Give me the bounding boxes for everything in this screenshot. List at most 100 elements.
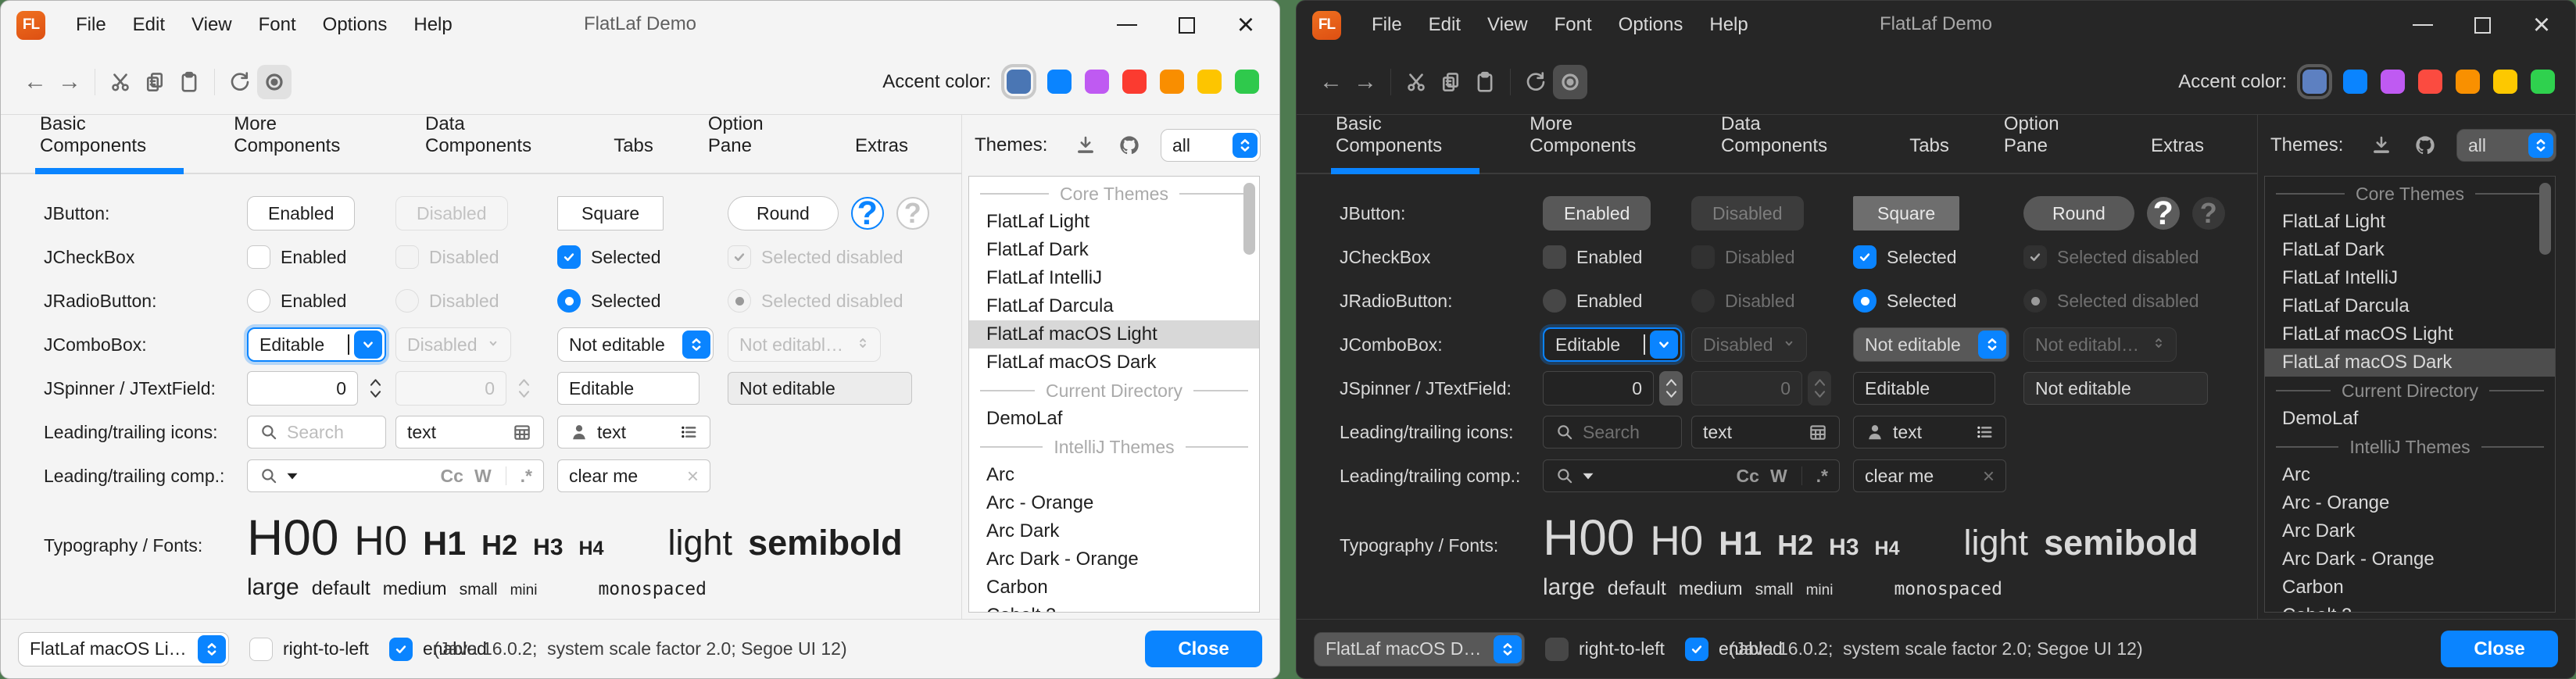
tab-more-components[interactable]: More Components bbox=[232, 113, 372, 173]
theme-item-arc-dark[interactable]: Arc Dark bbox=[2265, 517, 2555, 545]
checkbox-enabled[interactable]: Enabled bbox=[1543, 245, 1691, 269]
checkbox-selected[interactable]: Selected bbox=[557, 245, 728, 269]
download-icon[interactable] bbox=[2369, 133, 2394, 158]
theme-item-arc-dark-orange[interactable]: Arc Dark - Orange bbox=[969, 545, 1259, 574]
accent-swatch-6[interactable] bbox=[1197, 70, 1222, 94]
minimize-button[interactable] bbox=[1115, 13, 1139, 37]
search-input[interactable]: Search bbox=[247, 416, 386, 448]
copy-icon[interactable] bbox=[138, 65, 172, 99]
accent-swatch-2[interactable] bbox=[1047, 70, 1072, 94]
accent-swatch-3[interactable] bbox=[1085, 70, 1109, 94]
accent-swatch-1[interactable] bbox=[2302, 70, 2327, 94]
theme-item-flatlaf-darcula[interactable]: FlatLaf Darcula bbox=[969, 292, 1259, 320]
enabled-button[interactable]: Enabled bbox=[247, 196, 355, 231]
close-button[interactable]: Close bbox=[1145, 631, 1262, 667]
combobox-not-editable[interactable]: Not editable bbox=[557, 327, 714, 362]
checkbox-selected[interactable]: Selected bbox=[1853, 245, 2023, 269]
match-case-button[interactable]: Cc bbox=[441, 466, 463, 487]
theme-item-carbon[interactable]: Carbon bbox=[2265, 574, 2555, 602]
lookandfeel-combobox[interactable]: FlatLaf macOS D… bbox=[1314, 632, 1525, 666]
menu-view[interactable]: View bbox=[1474, 9, 1541, 41]
regex-button[interactable]: .* bbox=[521, 466, 532, 487]
theme-item-flatlaf-macos-dark[interactable]: FlatLaf macOS Dark bbox=[969, 348, 1259, 377]
menu-file[interactable]: File bbox=[63, 9, 120, 41]
menu-options[interactable]: Options bbox=[1605, 9, 1697, 41]
theme-item-flatlaf-darcula[interactable]: FlatLaf Darcula bbox=[2265, 292, 2555, 320]
close-button[interactable]: Close bbox=[2441, 631, 2558, 667]
theme-item-cobalt-2[interactable]: Cobalt 2 bbox=[2265, 602, 2555, 613]
menu-options[interactable]: Options bbox=[309, 9, 401, 41]
match-case-button[interactable]: Cc bbox=[1737, 466, 1759, 487]
theme-item-flatlaf-light[interactable]: FlatLaf Light bbox=[969, 208, 1259, 236]
accent-swatch-7[interactable] bbox=[1235, 70, 1259, 94]
chevron-up-down-icon[interactable] bbox=[682, 331, 710, 359]
tab-tabs[interactable]: Tabs bbox=[1908, 135, 1951, 173]
theme-item-arc[interactable]: Arc bbox=[2265, 461, 2555, 489]
chevron-up-down-icon[interactable] bbox=[1978, 331, 2006, 359]
tab-option-pane[interactable]: Option Pane bbox=[707, 113, 802, 173]
paste-icon[interactable] bbox=[172, 65, 206, 99]
accent-swatch-3[interactable] bbox=[2381, 70, 2405, 94]
refresh-icon[interactable] bbox=[1519, 65, 1553, 99]
paste-icon[interactable] bbox=[1468, 65, 1502, 99]
menu-edit[interactable]: Edit bbox=[1415, 9, 1474, 41]
tab-option-pane[interactable]: Option Pane bbox=[2002, 113, 2098, 173]
text-input-calendar[interactable]: text bbox=[395, 416, 544, 448]
tab-extras[interactable]: Extras bbox=[853, 135, 910, 173]
regex-button[interactable]: .* bbox=[1816, 466, 1828, 487]
spinner-arrows-icon[interactable] bbox=[363, 371, 387, 406]
forward-icon[interactable]: → bbox=[1348, 65, 1383, 99]
lookandfeel-combobox[interactable]: FlatLaf macOS Li… bbox=[18, 632, 229, 666]
chevron-down-icon[interactable] bbox=[1650, 331, 1678, 359]
menu-file[interactable]: File bbox=[1358, 9, 1415, 41]
radio-selected[interactable]: Selected bbox=[557, 289, 728, 313]
github-icon[interactable] bbox=[1117, 133, 1142, 158]
spinner-enabled[interactable]: 0 bbox=[247, 371, 395, 406]
theme-item-flatlaf-light[interactable]: FlatLaf Light bbox=[2265, 208, 2555, 236]
clear-icon[interactable]: × bbox=[687, 464, 699, 488]
spinner-arrows-icon[interactable] bbox=[1659, 371, 1683, 406]
checkbox-enabled[interactable]: Enabled bbox=[247, 245, 395, 269]
chevron-up-down-icon[interactable] bbox=[1494, 635, 1522, 663]
square-button[interactable]: Square bbox=[557, 196, 664, 231]
radio-selected[interactable]: Selected bbox=[1853, 289, 2023, 313]
combobox-editable[interactable]: Editable bbox=[1543, 327, 1682, 362]
back-icon[interactable]: ← bbox=[18, 65, 52, 99]
theme-item-demolaf[interactable]: DemoLaf bbox=[969, 405, 1259, 433]
theme-item-flatlaf-macos-light[interactable]: FlatLaf macOS Light bbox=[2265, 320, 2555, 348]
theme-item-arc[interactable]: Arc bbox=[969, 461, 1259, 489]
accent-swatch-2[interactable] bbox=[2343, 70, 2367, 94]
themes-filter-combobox[interactable]: all bbox=[2456, 129, 2556, 162]
whole-words-button[interactable]: W bbox=[474, 466, 492, 487]
theme-item-flatlaf-macos-dark[interactable]: FlatLaf macOS Dark bbox=[2265, 348, 2555, 377]
theme-item-flatlaf-dark[interactable]: FlatLaf Dark bbox=[2265, 236, 2555, 264]
enabled-button[interactable]: Enabled bbox=[1543, 196, 1651, 231]
search-with-options-input[interactable]: Cc W .* bbox=[247, 459, 544, 492]
show-hover-icon[interactable] bbox=[257, 65, 292, 99]
theme-item-cobalt-2[interactable]: Cobalt 2 bbox=[969, 602, 1259, 613]
theme-item-flatlaf-intellij[interactable]: FlatLaf IntelliJ bbox=[2265, 264, 2555, 292]
maximize-button[interactable] bbox=[1175, 13, 1198, 37]
github-icon[interactable] bbox=[2413, 133, 2438, 158]
radio-enabled[interactable]: Enabled bbox=[1543, 289, 1691, 313]
forward-icon[interactable]: → bbox=[52, 65, 87, 99]
cut-icon[interactable] bbox=[1399, 65, 1433, 99]
maximize-button[interactable] bbox=[2470, 13, 2494, 37]
download-icon[interactable] bbox=[1073, 133, 1098, 158]
close-window-button[interactable]: × bbox=[2530, 13, 2553, 37]
textfield-editable[interactable]: Editable bbox=[1853, 372, 1995, 405]
theme-item-flatlaf-macos-light[interactable]: FlatLaf macOS Light bbox=[969, 320, 1259, 348]
menu-help[interactable]: Help bbox=[1696, 9, 1761, 41]
clear-icon[interactable]: × bbox=[1983, 464, 1995, 488]
tab-data-components[interactable]: Data Components bbox=[424, 113, 560, 173]
cut-icon[interactable] bbox=[103, 65, 138, 99]
spinner-enabled[interactable]: 0 bbox=[1543, 371, 1691, 406]
scrollbar-thumb[interactable] bbox=[2539, 183, 2551, 255]
clearable-input[interactable]: clear me × bbox=[557, 459, 710, 492]
accent-swatch-5[interactable] bbox=[2456, 70, 2480, 94]
menu-view[interactable]: View bbox=[178, 9, 245, 41]
menu-font[interactable]: Font bbox=[245, 9, 309, 41]
search-input[interactable]: Search bbox=[1543, 416, 1682, 448]
accent-swatch-6[interactable] bbox=[2493, 70, 2517, 94]
menu-help[interactable]: Help bbox=[400, 9, 465, 41]
